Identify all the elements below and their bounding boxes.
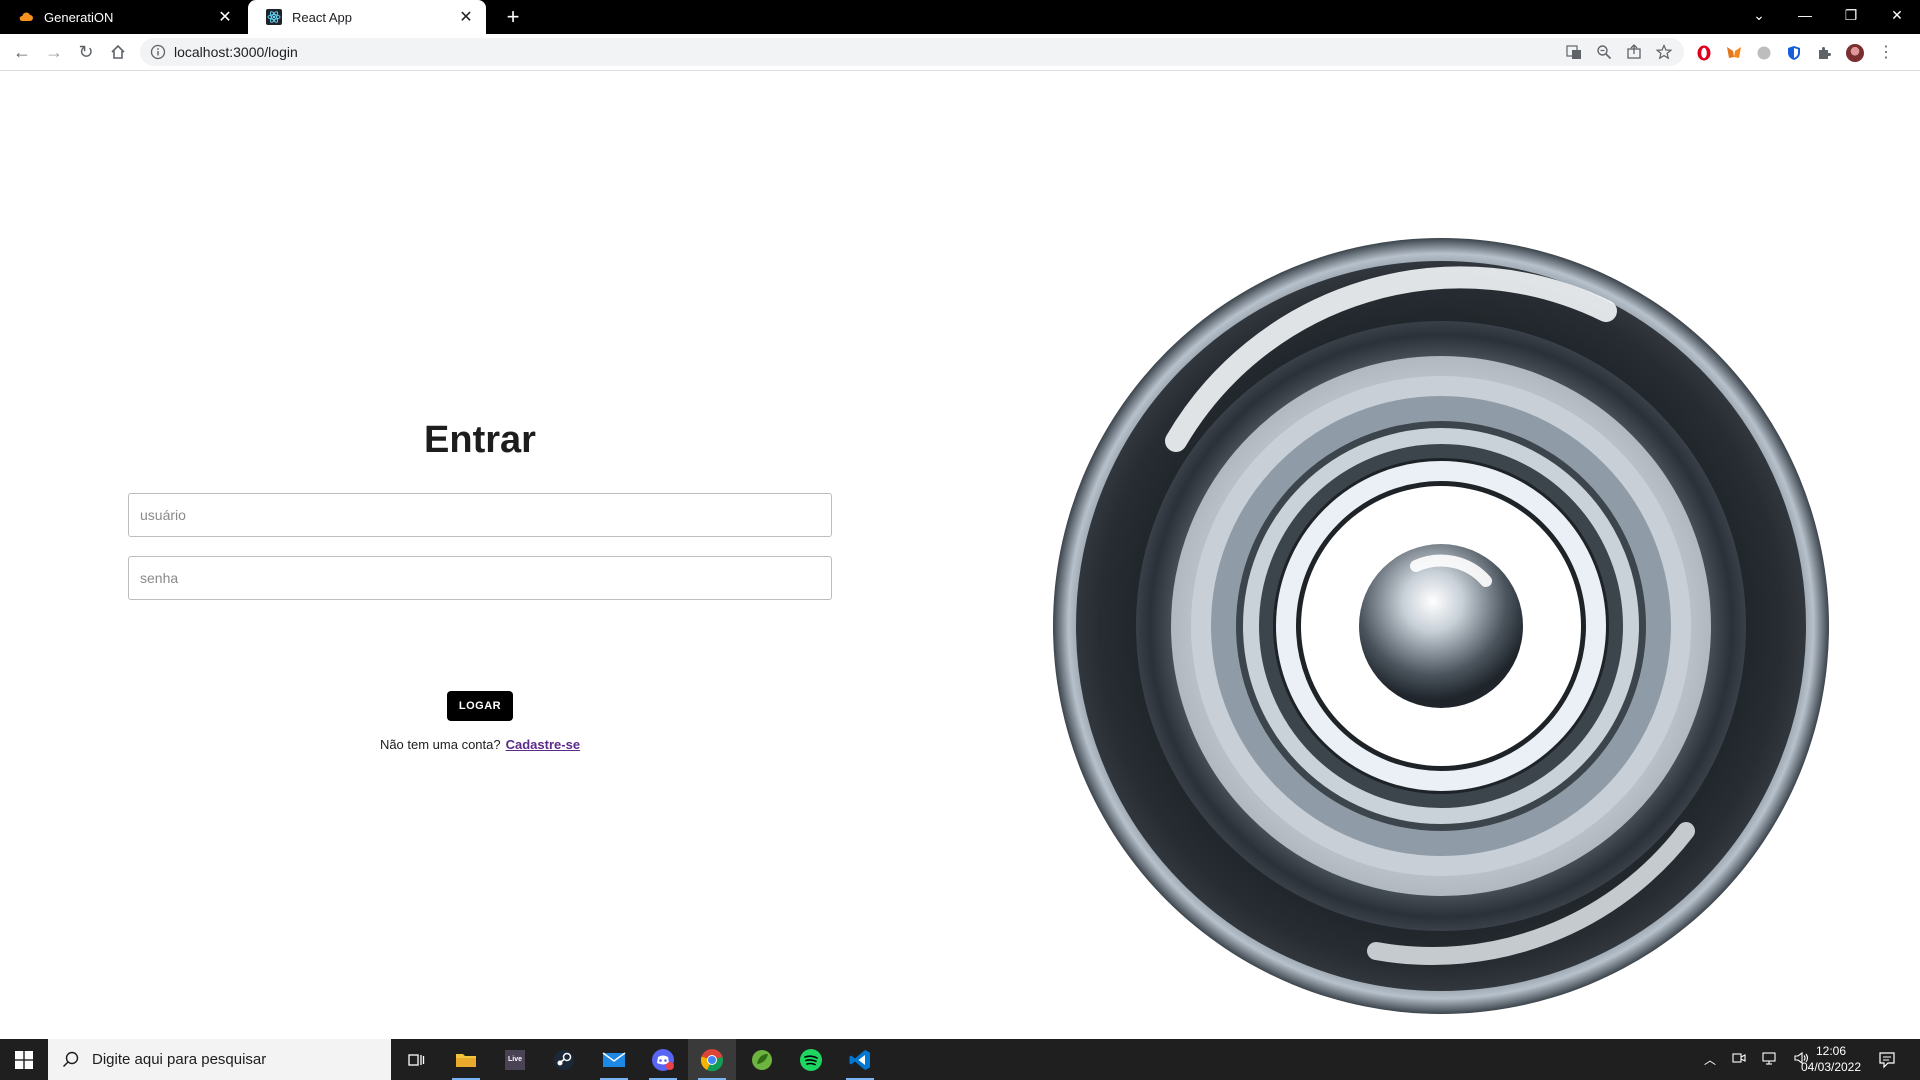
mail-icon[interactable] (590, 1039, 638, 1080)
menu-kebab-icon[interactable]: ⋮ (1878, 45, 1894, 61)
steam-icon[interactable] (540, 1039, 588, 1080)
tab-search-chevron-icon[interactable]: ⌄ (1736, 0, 1782, 30)
spring-tools-icon[interactable] (738, 1039, 786, 1080)
restore-icon[interactable]: ❐ (1828, 0, 1874, 30)
zoom-icon[interactable] (1596, 44, 1612, 60)
login-button[interactable]: LOGAR (447, 691, 513, 721)
windows-taskbar: Digite aqui para pesquisar Live ︿ 12:06 … (0, 1039, 1920, 1080)
windows-start-icon[interactable] (0, 1039, 48, 1080)
back-arrow-icon[interactable]: ← (10, 40, 34, 64)
cloud-icon (19, 12, 33, 21)
signup-prompt: Não tem uma conta? Cadastre-se (0, 737, 960, 752)
taskbar-clock[interactable]: 12:06 04/03/2022 (1794, 1043, 1868, 1075)
home-icon[interactable] (106, 40, 130, 64)
puzzle-extensions-icon[interactable] (1816, 45, 1832, 61)
browser-toolbar: ← → ↻ localhost:3000/login ⋮ (0, 34, 1920, 71)
meet-now-icon[interactable] (1732, 1051, 1746, 1068)
tab-title: React App (292, 9, 352, 25)
close-tab-icon[interactable]: ✕ (458, 7, 474, 27)
tab-generation[interactable]: GeneratiON ✕ (0, 0, 245, 34)
page-content: Entrar LOGAR Não tem uma conta? Cadastre-… (0, 71, 1920, 1039)
file-explorer-icon[interactable] (442, 1039, 490, 1080)
browser-tab-strip: GeneratiON ✕ React App ✕ + ⌄ — ❐ ✕ (0, 0, 1920, 34)
network-icon[interactable] (1762, 1051, 1778, 1068)
discord-icon[interactable] (639, 1039, 687, 1080)
chrome-torus-image (1053, 238, 1829, 1014)
search-icon (62, 1051, 79, 1067)
shield-extension-icon[interactable] (1786, 45, 1802, 61)
vscode-icon[interactable] (836, 1039, 884, 1080)
clock-date: 04/03/2022 (1800, 1060, 1862, 1074)
clock-time: 12:06 (1815, 1044, 1847, 1058)
tab-react-app[interactable]: React App ✕ (248, 0, 486, 34)
share-icon[interactable] (1626, 44, 1642, 60)
react-icon (266, 9, 282, 25)
live-app-label: Live (505, 1049, 525, 1070)
login-title: Entrar (424, 419, 536, 461)
search-placeholder-text: Digite aqui para pesquisar (92, 1051, 267, 1068)
extensions-area: ⋮ (1696, 44, 1894, 62)
notifications-icon[interactable] (1878, 1039, 1896, 1080)
signup-prompt-text: Não tem uma conta? (379, 737, 501, 752)
minimize-icon[interactable]: — (1782, 0, 1828, 30)
extension-gray-icon[interactable] (1756, 45, 1772, 61)
profile-avatar[interactable] (1846, 44, 1864, 62)
new-tab-button[interactable]: + (500, 4, 526, 30)
url-text: localhost:3000/login (174, 44, 298, 60)
bookmark-star-icon[interactable] (1655, 44, 1673, 60)
address-bar[interactable]: localhost:3000/login (140, 38, 1684, 66)
taskbar-search-box[interactable]: Digite aqui para pesquisar (48, 1039, 391, 1080)
tab-title: GeneratiON (44, 9, 114, 25)
signup-link[interactable]: Cadastre-se (506, 737, 580, 752)
metamask-extension-icon[interactable] (1726, 45, 1742, 61)
password-input[interactable] (128, 556, 832, 600)
close-window-icon[interactable]: ✕ (1874, 0, 1920, 30)
reload-icon[interactable]: ↻ (74, 40, 98, 64)
show-hidden-icons-chevron-icon[interactable]: ︿ (1704, 1051, 1716, 1068)
forward-arrow-icon[interactable]: → (42, 40, 66, 64)
close-tab-icon[interactable]: ✕ (217, 7, 233, 27)
spotify-icon[interactable] (787, 1039, 835, 1080)
live-app-icon[interactable]: Live (491, 1039, 539, 1080)
task-view-icon[interactable] (392, 1039, 440, 1080)
site-info-icon[interactable] (150, 44, 166, 60)
translate-icon[interactable] (1566, 44, 1582, 60)
username-input[interactable] (128, 493, 832, 537)
chrome-icon[interactable] (688, 1039, 736, 1080)
opera-extension-icon[interactable] (1696, 45, 1712, 61)
